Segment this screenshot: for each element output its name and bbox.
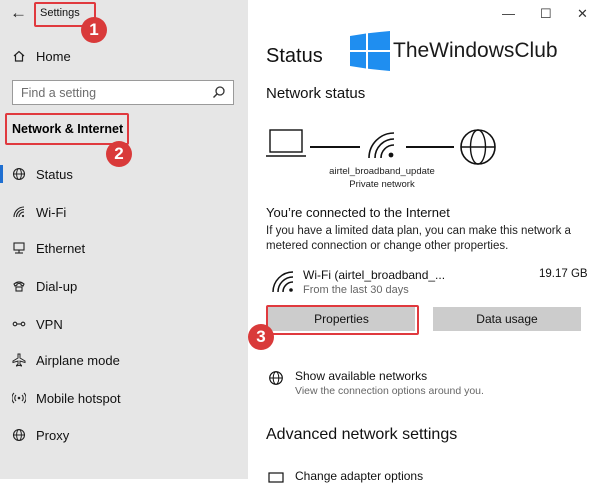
active-indicator <box>0 165 3 183</box>
wifi-icon <box>12 205 26 219</box>
sidebar-item-airplane-mode[interactable]: Airplane mode <box>0 346 248 374</box>
sidebar-item-ethernet[interactable]: Ethernet <box>0 234 248 262</box>
show-networks-subtitle: View the connection options around you. <box>295 385 484 397</box>
advanced-settings-heading: Advanced network settings <box>266 426 458 443</box>
laptop-icon <box>266 128 306 165</box>
wifi-usage-period: From the last 30 days <box>303 284 409 296</box>
sidebar: ← Settings 1 Home Find a setting Network… <box>0 0 248 479</box>
adapter-icon <box>268 470 284 488</box>
sidebar-item-label: Proxy <box>36 427 70 443</box>
connection-description: If you have a limited data plan, you can… <box>266 225 571 252</box>
network-name: airtel_broadband_update <box>329 166 435 177</box>
sidebar-item-mobile-hotspot[interactable]: Mobile hotspot <box>0 384 248 412</box>
back-arrow-icon[interactable]: ← <box>10 3 27 23</box>
wifi-usage-icon <box>271 270 295 299</box>
connection-line <box>406 146 454 148</box>
sidebar-item-vpn[interactable]: VPN <box>0 310 248 338</box>
sidebar-item-label: Status <box>36 166 73 182</box>
windows-logo-icon <box>350 31 390 76</box>
sidebar-item-home[interactable]: Home <box>0 42 248 70</box>
sidebar-item-label: Ethernet <box>36 240 86 256</box>
sidebar-item-wifi[interactable]: Wi-Fi <box>0 198 248 226</box>
show-networks-title: Show available networks <box>295 369 428 383</box>
connected-status: You’re connected to the Internet <box>266 205 450 220</box>
hotspot-icon <box>12 391 26 405</box>
wifi-network-name: Wi-Fi (airtel_broadband_... <box>303 268 446 282</box>
sidebar-item-label: Home <box>36 48 71 64</box>
sidebar-item-label: Mobile hotspot <box>36 390 121 406</box>
airplane-icon <box>12 353 26 367</box>
minimize-button[interactable]: — <box>502 6 515 21</box>
annotation-box-properties <box>266 305 419 335</box>
sidebar-item-proxy[interactable]: Proxy <box>0 421 248 449</box>
globe-icon <box>12 428 26 442</box>
annotation-box-network <box>5 113 129 145</box>
annotation-badge-1: 1 <box>81 17 107 43</box>
internet-globe-icon <box>458 127 498 172</box>
sidebar-item-status[interactable]: Status <box>0 160 248 188</box>
change-adapter-options-link[interactable]: Change adapter options <box>295 469 423 483</box>
network-status-heading: Network status <box>266 85 366 102</box>
home-icon <box>12 49 26 63</box>
logo-text: TheWindowsClub <box>393 39 558 62</box>
ethernet-icon <box>12 241 26 255</box>
search-placeholder: Find a setting <box>21 86 97 100</box>
data-usage-button[interactable]: Data usage <box>433 307 581 331</box>
search-input[interactable]: Find a setting <box>12 80 234 105</box>
dialup-icon <box>12 279 26 293</box>
globe-network-icon <box>268 370 284 391</box>
sidebar-item-dialup[interactable]: Dial-up <box>0 272 248 300</box>
wifi-usage-amount: 19.17 GB <box>539 268 588 280</box>
close-button[interactable]: ✕ <box>577 6 588 22</box>
sidebar-item-label: Dial-up <box>36 278 78 294</box>
search-icon <box>212 85 226 102</box>
network-type: Private network <box>349 179 415 190</box>
status-globe-icon <box>12 167 26 181</box>
maximize-button[interactable]: ☐ <box>540 6 552 22</box>
page-title: Status <box>266 45 323 67</box>
vpn-icon <box>12 317 26 331</box>
annotation-badge-3: 3 <box>248 324 274 350</box>
wifi-signal-icon <box>366 130 400 165</box>
sidebar-item-label: Airplane mode <box>36 352 120 368</box>
sidebar-item-label: VPN <box>36 316 63 332</box>
connection-line <box>310 146 360 148</box>
sidebar-item-label: Wi-Fi <box>36 204 67 220</box>
